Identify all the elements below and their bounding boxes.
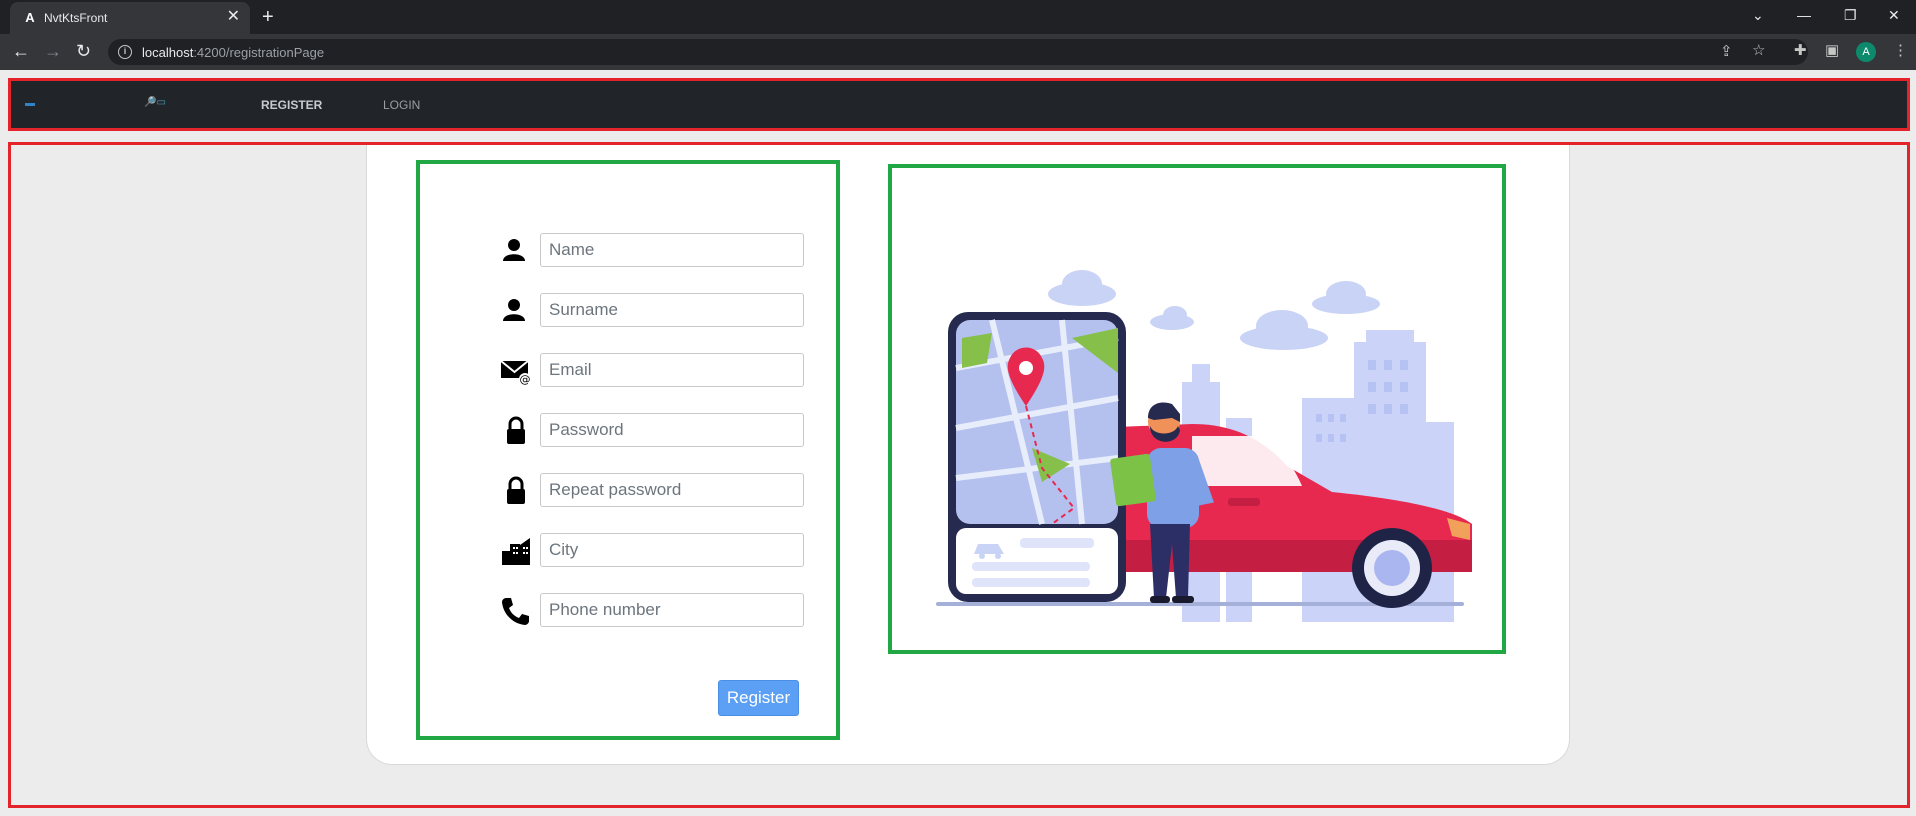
- site-info-icon[interactable]: i: [118, 45, 132, 59]
- brand-logo-icon[interactable]: ▬: [25, 98, 35, 109]
- person-icon: [503, 239, 525, 261]
- person-icon: [503, 299, 525, 321]
- email-input[interactable]: [540, 353, 804, 387]
- address-bar[interactable]: i localhost:4200/registrationPage ⇪ ☆: [108, 39, 1808, 65]
- browser-tab[interactable]: A NvtKtsFront ✕: [10, 2, 250, 34]
- repeat-password-input[interactable]: [540, 473, 804, 507]
- nav-login-link[interactable]: LOGIN: [383, 98, 420, 112]
- password-input[interactable]: [540, 413, 804, 447]
- name-input[interactable]: [540, 233, 804, 267]
- illustration-frame: [888, 164, 1506, 654]
- reload-icon[interactable]: ↻: [76, 41, 91, 61]
- app-navbar: ▬ 🔎▭ REGISTER LOGIN: [8, 78, 1910, 131]
- forward-icon[interactable]: →: [44, 41, 62, 61]
- city-icon: [502, 538, 530, 565]
- close-window-icon[interactable]: ✕: [1888, 5, 1900, 25]
- url-text[interactable]: localhost:4200/registrationPage: [142, 45, 324, 60]
- profile-avatar[interactable]: A: [1856, 42, 1876, 62]
- register-button[interactable]: Register: [718, 680, 799, 716]
- email-icon: @: [500, 360, 531, 386]
- bookmark-star-icon[interactable]: ☆: [1752, 42, 1765, 60]
- close-tab-icon[interactable]: ✕: [227, 8, 240, 26]
- brand-broken-image-icon[interactable]: 🔎▭: [144, 97, 166, 108]
- share-icon[interactable]: ⇪: [1720, 43, 1733, 61]
- minimize-icon[interactable]: —: [1797, 5, 1811, 25]
- tab-title: NvtKtsFront: [44, 11, 108, 25]
- surname-input[interactable]: [540, 293, 804, 327]
- angular-favicon-icon: A: [25, 10, 35, 25]
- lock-icon: [507, 476, 525, 504]
- back-icon[interactable]: ←: [12, 41, 30, 61]
- city-input[interactable]: [540, 533, 804, 567]
- car-taxi-illustration: [936, 270, 1472, 622]
- browser-titlebar: A NvtKtsFront ✕ + ⌄ — ❐ ✕: [0, 0, 1916, 34]
- restore-icon[interactable]: ❐: [1844, 5, 1857, 25]
- tab-search-icon[interactable]: ⌄: [1752, 5, 1764, 25]
- phone-map: [948, 312, 1126, 602]
- browser-toolbar: ← → ↻ i localhost:4200/registrationPage …: [0, 34, 1916, 70]
- lock-icon: [507, 416, 525, 444]
- svg-text:@: @: [520, 373, 531, 386]
- menu-dots-icon[interactable]: ⋮: [1893, 42, 1908, 60]
- extensions-icon[interactable]: ✚: [1794, 42, 1807, 60]
- side-panel-icon[interactable]: ▣: [1825, 42, 1839, 60]
- phone-input[interactable]: [540, 593, 804, 627]
- new-tab-icon[interactable]: +: [262, 6, 274, 28]
- nav-register-link[interactable]: REGISTER: [261, 98, 322, 112]
- phone-icon: [502, 598, 529, 625]
